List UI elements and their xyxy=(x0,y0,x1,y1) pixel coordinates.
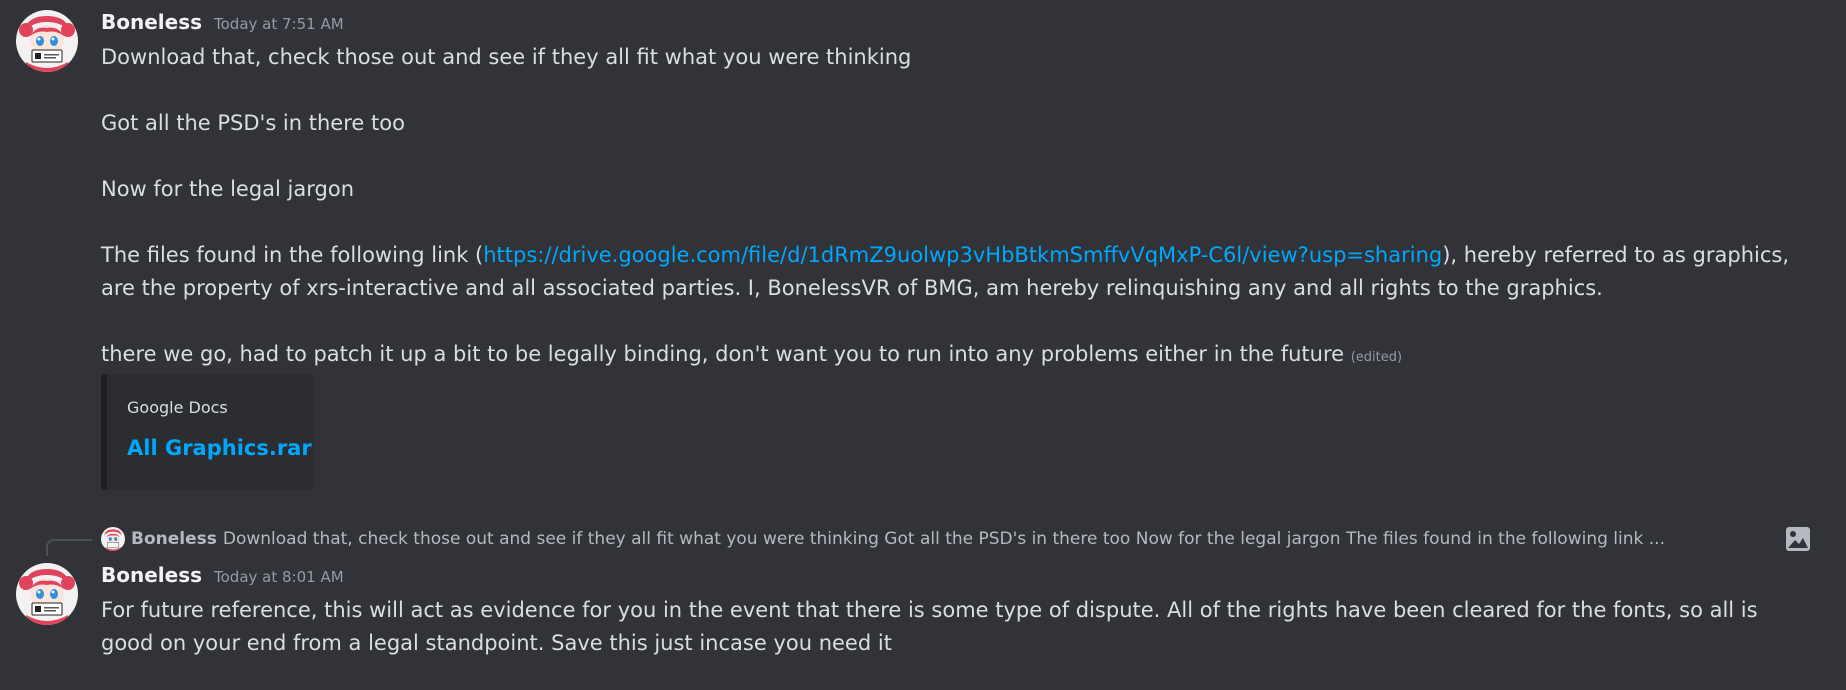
edited-label: (edited) xyxy=(1350,350,1403,365)
reply-preview[interactable]: Download that, check those out and see i… xyxy=(223,529,1665,549)
message-line: Now for the legal jargon xyxy=(101,177,355,201)
message-line: For future reference, this will act as e… xyxy=(101,598,1758,655)
message-line: Got all the PSD's in there too xyxy=(101,111,405,135)
reply-username[interactable]: Boneless xyxy=(131,529,217,549)
embed-title-link[interactable]: All Graphics.rar xyxy=(127,436,312,460)
user-avatar[interactable] xyxy=(16,10,78,72)
reply-avatar xyxy=(101,527,125,551)
link-embed: Google Docs All Graphics.rar xyxy=(101,374,314,490)
message-line: Download that, check those out and see i… xyxy=(101,45,912,69)
embed-provider: Google Docs xyxy=(127,398,228,417)
user-avatar[interactable] xyxy=(16,563,78,625)
drive-link[interactable]: https://drive.google.com/file/d/1dRmZ9uo… xyxy=(483,243,1442,267)
timestamp[interactable]: Today at 7:51 AM xyxy=(214,15,344,33)
timestamp[interactable]: Today at 8:01 AM xyxy=(214,568,344,586)
username[interactable]: Boneless xyxy=(101,10,202,34)
message-content: For future reference, this will act as e… xyxy=(101,594,1801,660)
image-icon xyxy=(1785,525,1811,553)
reply-reference[interactable]: Boneless Download that, check those out … xyxy=(101,527,1665,551)
reply-spine xyxy=(46,539,92,556)
legal-text-prefix: The files found in the following link ( xyxy=(101,243,484,267)
message-line: there we go, had to patch it up a bit to… xyxy=(101,338,1801,374)
username[interactable]: Boneless xyxy=(101,563,202,587)
message-line-text: there we go, had to patch it up a bit to… xyxy=(101,342,1345,366)
legal-paragraph: The files found in the following link (h… xyxy=(101,239,1801,305)
message-content: Download that, check those out and see i… xyxy=(101,41,1801,374)
